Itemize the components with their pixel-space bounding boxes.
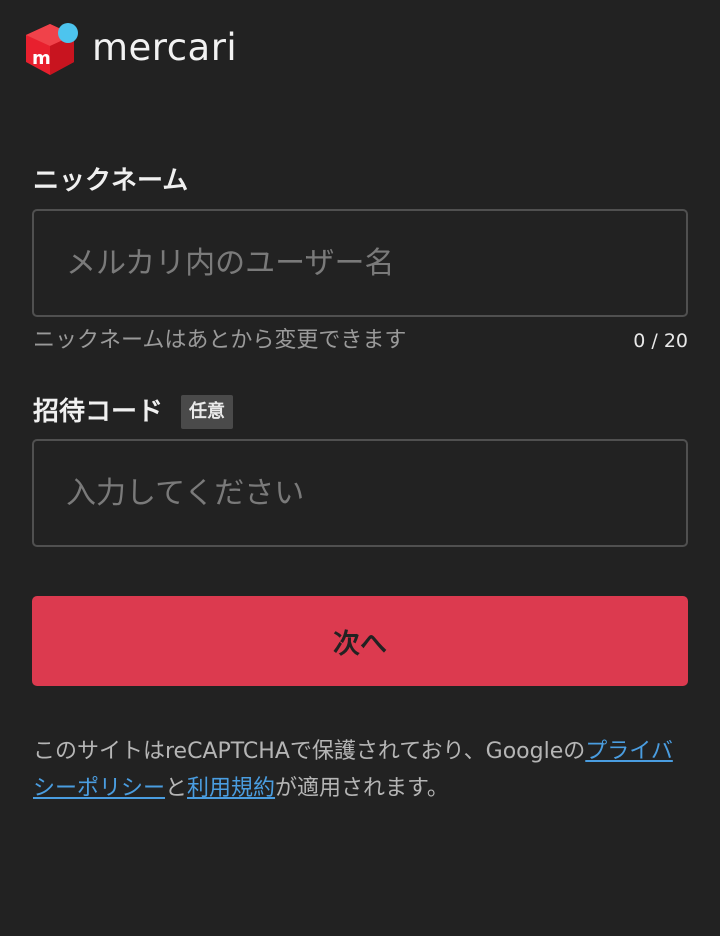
invite-code-label: 招待コード — [33, 397, 164, 427]
invite-code-input[interactable] — [34, 441, 686, 545]
nickname-helper-text: ニックネームはあとから変更できます — [33, 328, 407, 353]
signup-page: m mercari ニックネーム ニックネームはあとから変更できます 0 / 2… — [0, 0, 720, 936]
optional-badge: 任意 — [181, 395, 234, 429]
invite-code-label-row: 招待コード 任意 — [33, 395, 234, 429]
nickname-label: ニックネーム — [33, 166, 189, 196]
notice-prefix: このサイトはreCAPTCHAで保護されており、Googleの — [33, 739, 586, 764]
nickname-char-counter: 0 / 20 — [633, 330, 688, 352]
next-button[interactable]: 次へ — [32, 596, 688, 686]
nickname-field-box[interactable] — [32, 209, 688, 317]
brand-name: mercari — [92, 25, 238, 69]
recaptcha-notice: このサイトはreCAPTCHAで保護されており、Googleのプライバシーポリシ… — [33, 733, 683, 807]
invite-code-field-box[interactable] — [32, 439, 688, 547]
nickname-input[interactable] — [34, 211, 686, 315]
notice-middle: と — [165, 776, 188, 801]
mercari-box-icon: m — [26, 23, 78, 75]
svg-text:m: m — [32, 48, 51, 69]
terms-link[interactable]: 利用規約 — [187, 776, 275, 801]
mercari-logo: m mercari — [24, 20, 237, 76]
notice-suffix: が適用されます。 — [275, 776, 449, 801]
